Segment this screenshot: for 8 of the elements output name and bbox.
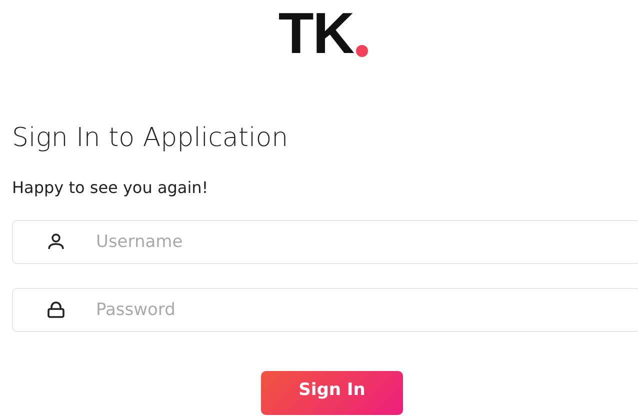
page-title: Sign In to Application [12,122,290,154]
sign-in-button[interactable]: Sign In [261,371,403,415]
lock-icon [45,299,67,321]
logo-text: TK [278,8,354,60]
subtitle: Happy to see you again! [12,178,210,198]
username-field[interactable]: Username [12,220,638,264]
logo-dot-icon [356,45,368,57]
password-field[interactable]: Password [12,288,638,332]
